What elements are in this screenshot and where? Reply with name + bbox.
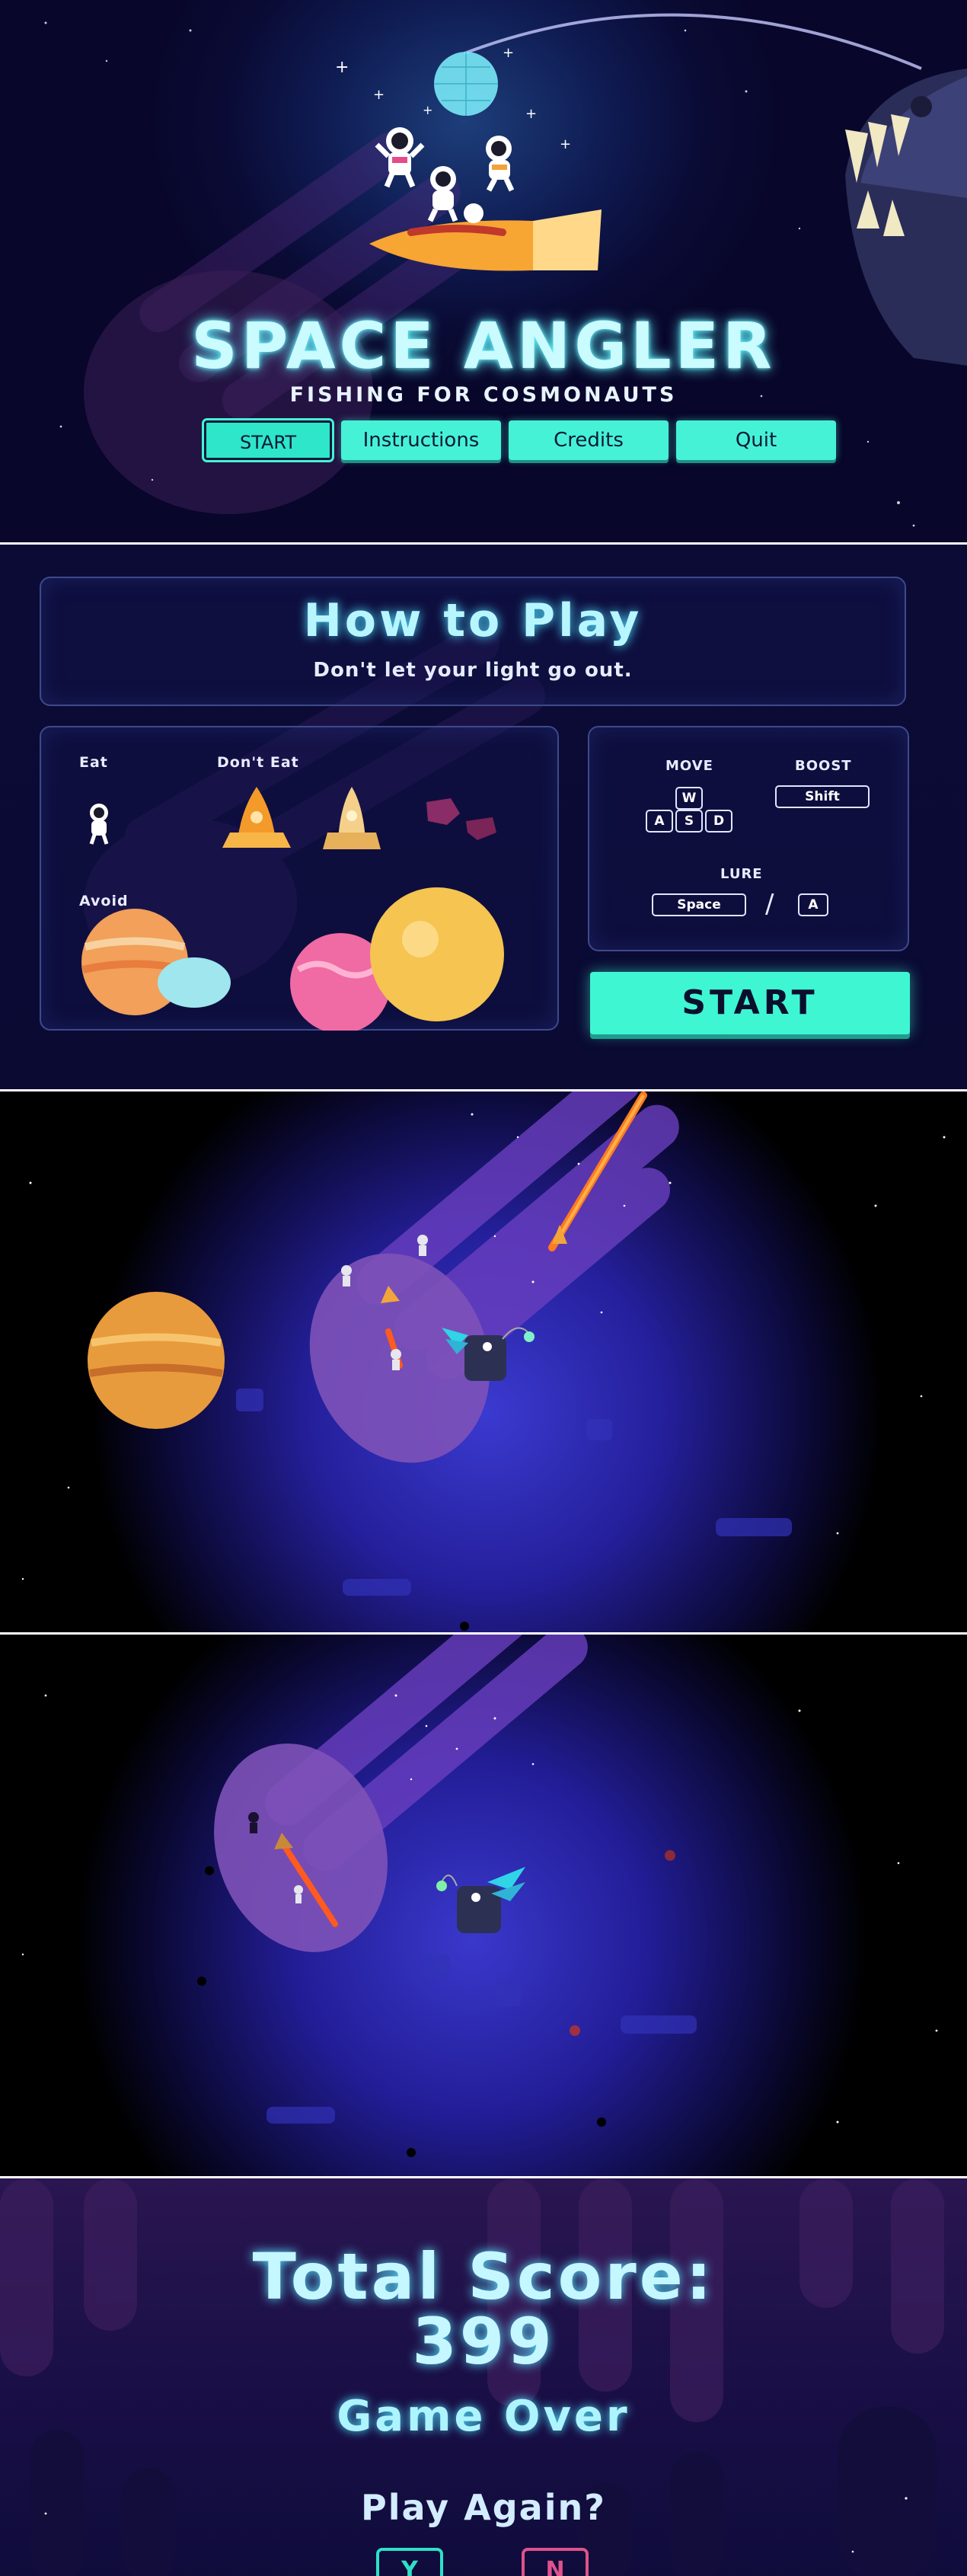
play-again-no-button[interactable]: N [522,2548,589,2576]
gameplay-scene-1 [0,1091,967,1632]
total-score-value: 399 [412,2304,555,2379]
astronaut-sprites [248,1812,259,1833]
boost-label: BOOST [795,758,852,774]
svg-text:+: + [373,87,385,103]
how-to-play-screen: How to Play Don't let your light go out.… [0,545,967,1089]
start-button[interactable]: START [204,420,332,460]
planet-sprite [88,1292,225,1429]
asteroid-icon [426,798,460,825]
play-again-prompt: Play Again? [361,2487,606,2528]
lure-light [524,1331,535,1342]
key-w: W [675,787,703,810]
quit-button[interactable]: Quit [676,420,836,460]
credits-button[interactable]: Credits [509,420,669,460]
start-game-button[interactable]: START [590,972,910,1034]
rules-sprites [81,787,504,1031]
game-over-text: Game Over [337,2392,630,2441]
gameplay-screen-2[interactable] [0,1635,967,2176]
cream-ship-icon [323,787,381,849]
key-shift: Shift [775,785,870,808]
svg-text:+: + [503,45,514,61]
svg-text:+: + [335,58,349,77]
instructions-button[interactable]: Instructions [341,420,501,460]
key-d: D [705,810,732,833]
svg-text:+: + [560,136,571,152]
title-background-art: + + + + + + [44,13,967,527]
key-a-lure: A [798,893,828,916]
astronaut-icon [89,804,109,845]
game-title: SPACE ANGLER [191,308,776,383]
gameplay-scene-2 [0,1635,967,2176]
total-score-label: Total Score: [252,2239,715,2314]
key-space: Space [652,893,746,916]
title-screen: + + + + + + SPACE ANGLER FISHING FOR COS… [0,0,967,542]
how-to-play-subtitle: Don't let your light go out. [313,659,633,682]
gameplay-screen-1[interactable] [0,1091,967,1632]
svg-text:+: + [423,103,432,117]
how-to-play-title: How to Play [303,594,643,647]
lure-label: LURE [720,866,763,882]
ice-moon-icon [158,957,231,1008]
key-s: S [675,810,703,833]
game-over-screen: Total Score: 399 Game Over Play Again? Y… [0,2178,967,2576]
orange-ship-icon [222,787,291,848]
lure-light [436,1881,447,1891]
astronaut-3 [486,136,515,192]
svg-text:+: + [525,106,537,122]
asteroid-icon [466,817,496,840]
play-again-yes-button[interactable]: Y [376,2548,443,2576]
game-subtitle: FISHING FOR COSMONAUTS [289,383,678,407]
key-a: A [646,810,673,833]
lure-separator: / [765,889,775,919]
move-label: MOVE [665,758,713,774]
gold-planet-icon [370,887,504,1021]
controls-box [588,726,909,951]
